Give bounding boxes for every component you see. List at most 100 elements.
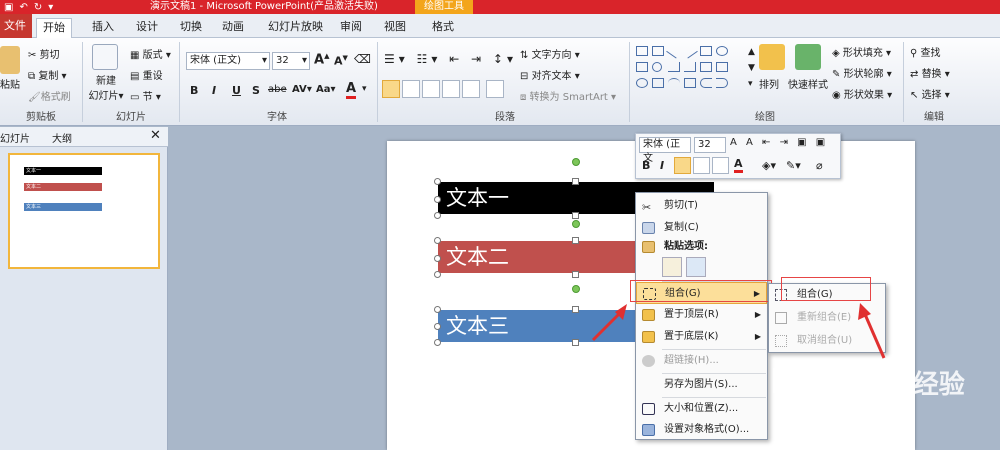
pencil-icon[interactable]: ✎▾: [786, 159, 801, 172]
tab-home[interactable]: 开始: [36, 18, 72, 38]
text-box-2[interactable]: 文本二: [438, 241, 638, 273]
columns-button[interactable]: [486, 80, 504, 98]
mini-align-center-button[interactable]: [693, 157, 710, 174]
resize-handle[interactable]: [572, 212, 579, 219]
mini-toolbar-row1-icons[interactable]: A A ⇤ ⇥ ▣ ▣: [730, 137, 828, 148]
mini-align-left-button[interactable]: [674, 157, 691, 174]
close-icon[interactable]: ✕: [150, 128, 161, 143]
shape-gallery-scroll[interactable]: ▲ ▼ ▾: [748, 44, 755, 92]
save-icon[interactable]: ▣: [4, 2, 13, 13]
paste-as-picture-icon[interactable]: [686, 257, 706, 277]
resize-handle[interactable]: [434, 237, 441, 244]
tab-transitions[interactable]: 切换: [174, 18, 208, 38]
distributed-button[interactable]: [462, 80, 480, 98]
paste-button[interactable]: 粘贴: [0, 46, 22, 91]
shape-effects-button[interactable]: ◉ 形状效果 ▾: [832, 86, 892, 101]
font-size-field[interactable]: 32 ▾: [272, 52, 310, 70]
brace-right-shape-icon[interactable]: [716, 78, 728, 88]
tab-animations[interactable]: 动画: [216, 18, 250, 38]
format-painter-button[interactable]: 🖌格式刷: [28, 88, 71, 103]
resize-handle[interactable]: [434, 212, 441, 219]
resize-handle[interactable]: [434, 339, 441, 346]
quick-styles-button[interactable]: 快速样式: [786, 44, 830, 91]
strikethrough-button[interactable]: abe: [268, 84, 287, 95]
tab-outline[interactable]: 大纲: [52, 130, 72, 145]
tab-slideshow[interactable]: 幻灯片放映: [262, 18, 329, 38]
align-text-button[interactable]: ⊟ 对齐文本 ▾: [520, 67, 580, 82]
resize-handle[interactable]: [434, 306, 441, 313]
curve-shape-icon[interactable]: [652, 78, 664, 88]
resize-handle[interactable]: [434, 255, 441, 262]
copy-button[interactable]: ⧉ 复制 ▾: [28, 67, 67, 82]
resize-handle[interactable]: [434, 323, 441, 330]
grow-font-button[interactable]: A▲: [314, 52, 329, 67]
undo-icon[interactable]: ↶: [19, 2, 27, 13]
find-button[interactable]: ⚲ 查找: [910, 44, 941, 59]
mini-bold-button[interactable]: B: [642, 159, 650, 172]
replace-button[interactable]: ⇄ 替换 ▾: [910, 65, 950, 80]
paint-bucket-icon[interactable]: ◈▾: [762, 159, 776, 172]
convert-smartart-button[interactable]: ⧈ 转换为 SmartArt ▾: [520, 88, 616, 103]
italic-button[interactable]: I: [212, 84, 216, 97]
rectangle-shape-icon[interactable]: [636, 62, 648, 72]
shrink-font-button[interactable]: A▼: [334, 54, 348, 68]
menu-item-send-to-back[interactable]: 置于底层(K) ▶: [636, 326, 767, 348]
new-slide-button[interactable]: 新建 幻灯片▾: [88, 44, 124, 102]
tab-insert[interactable]: 插入: [86, 18, 120, 38]
mini-font-size-field[interactable]: 32: [694, 137, 726, 153]
mini-font-name-field[interactable]: 宋体 (正文: [639, 137, 691, 164]
align-left-button[interactable]: [382, 80, 400, 98]
brush-icon[interactable]: ⌀: [816, 159, 823, 172]
clear-format-icon[interactable]: ⌫: [354, 52, 371, 66]
redo-icon[interactable]: ↻: [34, 2, 42, 13]
resize-handle[interactable]: [434, 178, 441, 185]
rotation-handle[interactable]: [572, 158, 580, 166]
slide-thumbnail-1[interactable]: 文本一 文本二 文本三: [8, 153, 160, 269]
shapes-gallery[interactable]: [634, 43, 744, 94]
mini-align-right-button[interactable]: [712, 157, 729, 174]
line-shape-icon[interactable]: [682, 43, 698, 59]
resize-handle[interactable]: [572, 178, 579, 185]
textbox-shape-icon[interactable]: [652, 46, 664, 56]
arrange-button[interactable]: 排列: [755, 44, 785, 91]
bold-button[interactable]: B: [190, 84, 198, 97]
circle-shape-icon[interactable]: [636, 78, 648, 88]
font-name-field[interactable]: 宋体 (正文) ▾: [186, 52, 270, 70]
textbox-shape-icon[interactable]: [636, 46, 648, 56]
font-color-button[interactable]: A: [346, 82, 357, 99]
select-button[interactable]: ↖ 选择 ▾: [910, 86, 950, 101]
connector-shape-icon[interactable]: [668, 62, 680, 72]
menu-item-size-and-position[interactable]: 大小和位置(Z)...: [636, 398, 767, 420]
shape-outline-button[interactable]: ✎ 形状轮廓 ▾: [832, 65, 892, 80]
mini-font-color-button[interactable]: A: [734, 157, 743, 173]
rotation-handle[interactable]: [572, 220, 580, 228]
arrow-down-shape-icon[interactable]: [716, 62, 728, 72]
reset-button[interactable]: ▤ 重设: [130, 67, 163, 82]
align-center-button[interactable]: [402, 80, 420, 98]
tab-file[interactable]: 文件: [0, 14, 32, 38]
resize-handle[interactable]: [434, 196, 441, 203]
arc-shape-icon[interactable]: [668, 78, 680, 88]
resize-handle[interactable]: [572, 237, 579, 244]
chevron-down-icon[interactable]: ▾: [262, 53, 269, 69]
brace-left-shape-icon[interactable]: [700, 78, 712, 88]
mini-italic-button[interactable]: I: [660, 159, 664, 172]
tab-design[interactable]: 设计: [130, 18, 164, 38]
resize-handle[interactable]: [572, 271, 579, 278]
resize-handle[interactable]: [572, 339, 579, 346]
text-direction-button[interactable]: ⇅ 文字方向 ▾: [520, 46, 580, 61]
justify-button[interactable]: [442, 80, 460, 98]
resize-handle[interactable]: [434, 271, 441, 278]
menu-item-format-object[interactable]: 设置对象格式(O)...: [636, 419, 767, 441]
customize-qat-icon[interactable]: ▾: [48, 2, 53, 13]
chevron-down-icon[interactable]: ▾: [302, 53, 309, 69]
align-right-button[interactable]: [422, 80, 440, 98]
text-shadow-button[interactable]: S: [252, 84, 260, 97]
tab-review[interactable]: 审阅: [334, 18, 368, 38]
tab-view[interactable]: 视图: [378, 18, 412, 38]
menu-item-cut[interactable]: ✂ 剪切(T): [636, 195, 767, 217]
paste-keep-format-icon[interactable]: [662, 257, 682, 277]
tab-slides[interactable]: 幻灯片: [0, 130, 30, 145]
line-shape-icon[interactable]: [666, 43, 682, 59]
character-spacing-button[interactable]: AV▾: [292, 84, 312, 95]
